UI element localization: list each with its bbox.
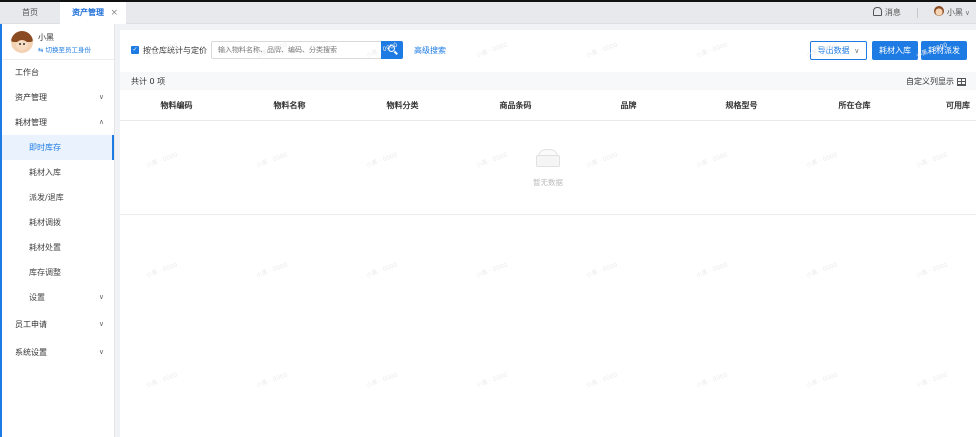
- stock-in-button[interactable]: 耗材入库: [872, 41, 918, 60]
- sidebar-item-stock-in[interactable]: 耗材入库: [2, 160, 114, 185]
- watermark-text: 小黑 · 0000: [365, 261, 399, 280]
- sidebar-item-employee-request[interactable]: 员工申请 ∨: [2, 312, 114, 337]
- sidebar-item-distribute-return[interactable]: 派发/退库: [2, 185, 114, 210]
- sidebar-item-label: 耗材管理: [15, 118, 47, 127]
- watermark-text: 小黑 · 0000: [475, 371, 509, 390]
- summary-bar: 共计 0 项 自定义列显示: [120, 72, 976, 90]
- avatar: [933, 6, 944, 16]
- sidebar-item-dashboard[interactable]: 工作台: [2, 60, 114, 85]
- chevron-down-icon: ∨: [964, 9, 970, 17]
- top-tab-bar: 首页 资产管理 × 消息 小黑 ∨: [0, 2, 976, 24]
- watermark-text: 小黑 · 0000: [915, 261, 949, 280]
- tab-home[interactable]: 首页: [0, 2, 60, 24]
- watermark-text: 小黑 · 0000: [255, 371, 289, 390]
- column-header[interactable]: 所在仓库: [798, 90, 911, 120]
- column-header[interactable]: 物料编码: [120, 90, 233, 120]
- column-header[interactable]: 物料名称: [233, 90, 346, 120]
- warehouse-stats-checkbox[interactable]: ✓: [131, 46, 139, 54]
- column-header[interactable]: 可用库: [911, 90, 976, 120]
- column-header[interactable]: 品牌: [572, 90, 685, 120]
- user-name: 小黑: [946, 8, 963, 17]
- watermark-text: 小黑 · 0000: [915, 371, 949, 390]
- table-header: 物料编码 物料名称 物料分类 商品条码 品牌 规格型号 所在仓库 可用库: [120, 90, 976, 121]
- custom-columns-button[interactable]: 自定义列显示: [906, 76, 966, 87]
- empty-text: 暂无数据: [533, 178, 563, 187]
- sidebar-item-asset-management[interactable]: 资产管理 ∨: [2, 85, 114, 110]
- messages-label: 消息: [884, 8, 901, 17]
- watermark-text: 小黑 · 0000: [585, 371, 619, 390]
- checkbox-label: 按仓库统计与定价: [143, 46, 207, 55]
- watermark-text: 小黑 · 0000: [475, 261, 509, 280]
- distribute-button[interactable]: 耗材派发: [921, 41, 967, 60]
- top-right-actions: 消息 小黑 ∨: [872, 2, 970, 24]
- chevron-down-icon: ∨: [854, 47, 860, 55]
- sidebar-item-realtime-stock[interactable]: 即时库存: [2, 135, 114, 160]
- advanced-search-link[interactable]: 高级搜索: [414, 45, 446, 56]
- sidebar-item-label: 工作台: [15, 68, 39, 77]
- sidebar-item-label: 系统设置: [15, 348, 47, 357]
- chevron-up-icon: ∧: [98, 118, 104, 126]
- search-button[interactable]: [381, 41, 403, 59]
- user-box: 小黑 ⇆ 切换至员工身份: [2, 24, 114, 60]
- tab-asset-management[interactable]: 资产管理 ×: [60, 2, 126, 24]
- column-header[interactable]: 规格型号: [685, 90, 798, 120]
- empty-state: 暂无数据: [120, 121, 976, 215]
- toolbar: ✓ 按仓库统计与定价 高级搜索 导出数据 ∨ 耗材入库 耗材派发: [120, 30, 976, 70]
- sidebar-item-label: 设置: [29, 293, 45, 302]
- sidebar-item-label: 员工申请: [15, 320, 47, 329]
- sidebar: 小黑 ⇆ 切换至员工身份 工作台 资产管理 ∨ 耗材管理 ∧ 即时库存 耗材入库 派…: [0, 24, 115, 437]
- watermark-text: 小黑 · 0000: [695, 261, 729, 280]
- column-header[interactable]: 物料分类: [346, 90, 459, 120]
- tab-label: 资产管理: [72, 8, 104, 17]
- column-header[interactable]: 商品条码: [459, 90, 572, 120]
- avatar: [11, 31, 33, 53]
- watermark-text: 小黑 · 0000: [365, 371, 399, 390]
- switch-identity-link[interactable]: ⇆ 切换至员工身份: [38, 44, 91, 54]
- bell-icon: [872, 7, 882, 16]
- watermark-text: 小黑 · 0000: [145, 261, 179, 280]
- search-input[interactable]: [211, 41, 382, 59]
- sidebar-item-consumables[interactable]: 耗材管理 ∧: [2, 110, 114, 135]
- sidebar-item-stock-adjust[interactable]: 库存调整: [2, 260, 114, 285]
- export-data-button[interactable]: 导出数据 ∨: [810, 41, 867, 60]
- table-icon: [957, 77, 966, 86]
- sidebar-item-label: 资产管理: [15, 93, 47, 102]
- chevron-down-icon: ∨: [98, 293, 104, 301]
- user-menu[interactable]: 小黑 ∨: [933, 2, 970, 24]
- sidebar-item-transfer[interactable]: 耗材调拨: [2, 210, 114, 235]
- sidebar-user-name: 小黑: [38, 33, 54, 42]
- main-panel: ✓ 按仓库统计与定价 高级搜索 导出数据 ∨ 耗材入库 耗材派发 共计 0 项 …: [120, 30, 976, 437]
- export-label: 导出数据: [817, 46, 850, 55]
- empty-box-icon: [535, 148, 561, 168]
- close-icon[interactable]: ×: [110, 2, 118, 24]
- watermark-text: 小黑 · 0000: [585, 261, 619, 280]
- sidebar-item-system-settings[interactable]: 系统设置 ∨: [2, 340, 114, 365]
- watermark-text: 小黑 · 0000: [145, 371, 179, 390]
- messages-link[interactable]: 消息: [872, 2, 901, 24]
- watermark-text: 小黑 · 0000: [255, 261, 289, 280]
- divider: [916, 8, 918, 18]
- watermark-text: 小黑 · 0000: [805, 371, 839, 390]
- chevron-down-icon: ∨: [98, 348, 104, 356]
- watermark-text: 小黑 · 0000: [695, 371, 729, 390]
- chevron-down-icon: ∨: [98, 320, 104, 328]
- chevron-down-icon: ∨: [98, 93, 104, 101]
- watermark-text: 小黑 · 0000: [805, 261, 839, 280]
- item-count: 共计 0 项: [131, 77, 166, 86]
- sidebar-item-disposal[interactable]: 耗材处置: [2, 235, 114, 260]
- sidebar-item-settings[interactable]: 设置 ∨: [2, 285, 114, 310]
- custom-columns-label: 自定义列显示: [906, 77, 954, 86]
